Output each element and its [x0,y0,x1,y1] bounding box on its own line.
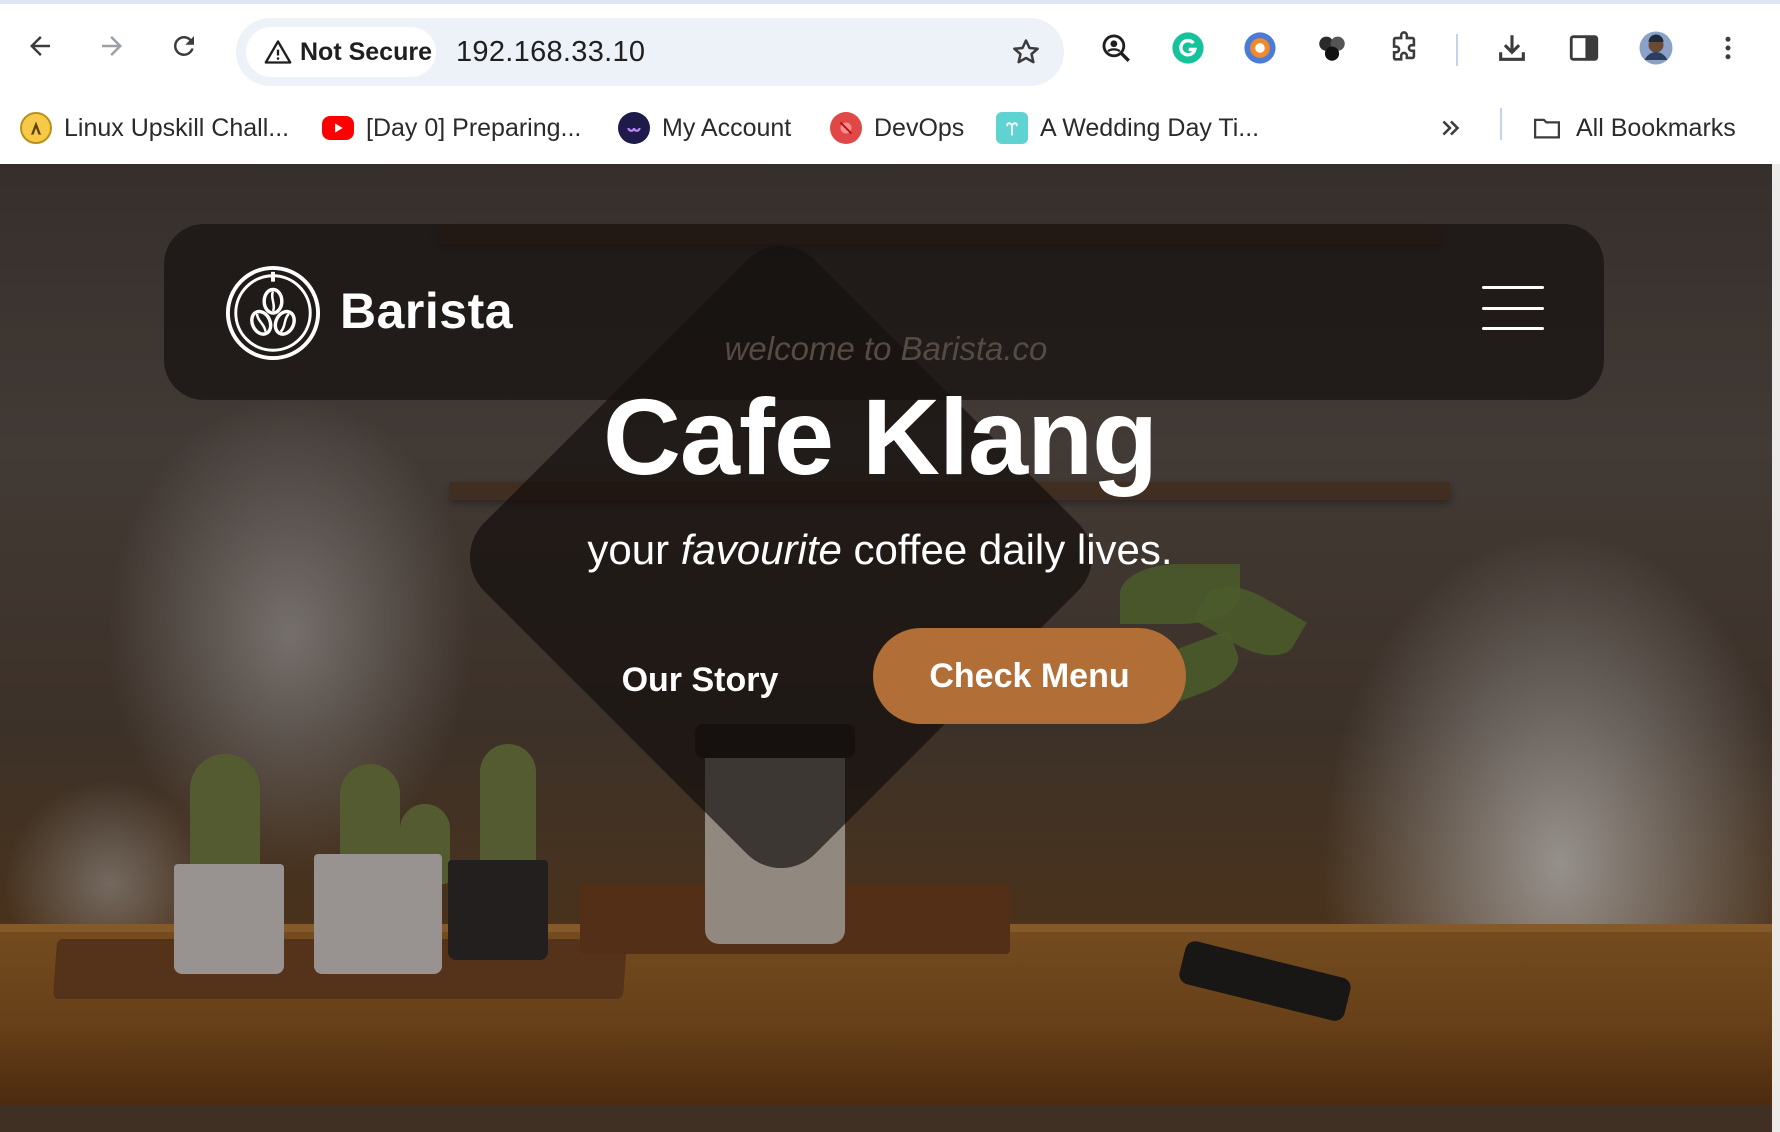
all-bookmarks-label: All Bookmarks [1576,113,1736,142]
url-text[interactable]: 192.168.33.10 [456,36,645,69]
extensions-button[interactable] [1382,26,1426,70]
chevron-double-right-icon [1442,120,1460,136]
hamburger-menu-button[interactable] [1482,286,1544,330]
puzzle-icon [1392,31,1416,61]
check-menu-button[interactable]: Check Menu [873,628,1186,724]
page-scrollbar[interactable] [1772,164,1780,1132]
more-vertical-icon [1725,36,1731,60]
hamburger-line [1482,286,1544,289]
bookmark-my-account[interactable]: My Account [618,106,791,150]
side-panel-icon [1569,35,1599,61]
profile-avatar [1639,31,1673,65]
next-section-edge [0,1105,1772,1132]
bookmark-day0-preparing[interactable]: [Day 0] Preparing... [322,106,581,150]
back-arrow-icon [30,36,50,56]
browser-menu-button[interactable] [1706,26,1750,70]
extension-circles-button[interactable] [1310,26,1354,70]
our-story-button[interactable]: Our Story [600,650,800,710]
account-favicon [618,112,650,144]
youtube-favicon [322,116,354,140]
extension-circles-icon [1319,36,1345,61]
lens-search-button[interactable] [1094,26,1138,70]
bookmark-label: DevOps [874,113,965,142]
grammarly-button[interactable] [1166,26,1210,70]
hero-section: Barista welcome to Barista.co Cafe Klang… [0,164,1772,1105]
bookmark-label: My Account [662,113,792,142]
security-label: Not Secure [300,37,432,66]
reload-button[interactable] [160,22,208,70]
side-panel-button[interactable] [1562,26,1606,70]
star-icon [1013,39,1039,64]
security-chip[interactable]: Not Secure [246,27,436,77]
grammarly-icon [1172,32,1204,64]
address-bar[interactable]: Not Secure 192.168.33.10 [236,18,1064,86]
subtitle-part: your [587,526,681,573]
subtitle-emphasis: favourite [680,526,842,573]
bookmark-label: [Day 0] Preparing... [366,113,582,142]
extension-orange-button[interactable] [1238,26,1282,70]
wedding-favicon [996,112,1028,144]
bookmarks-bar: Linux Upskill Chall... [Day 0] Preparing… [0,96,1780,164]
profile-button[interactable] [1634,26,1678,70]
reload-icon [173,35,194,56]
bookmark-label: A Wedding Day Ti... [1040,113,1260,142]
lens-search-icon [1102,34,1130,62]
hero-subtitle: your favourite coffee daily lives. [0,526,1760,574]
back-button[interactable] [16,22,64,70]
download-icon [1499,35,1525,61]
browser-toolbar: Not Secure 192.168.33.10 [0,0,1780,96]
extension-orange-icon [1244,32,1276,64]
welcome-text: welcome to Barista.co [724,330,1048,367]
bookmark-wedding-day[interactable]: A Wedding Day Ti... [996,106,1259,150]
forward-button[interactable] [88,22,136,70]
linux-favicon [20,112,52,144]
bookmarks-overflow-button[interactable] [1438,106,1464,150]
downloads-button[interactable] [1490,26,1534,70]
bookmark-label: Linux Upskill Chall... [64,113,290,142]
hero-title: Cafe Klang [602,376,1158,497]
page-viewport: Barista welcome to Barista.co Cafe Klang… [0,164,1772,1132]
forward-arrow-icon [102,36,122,56]
toolbar-divider [1456,34,1458,66]
subtitle-part: coffee daily lives. [841,526,1173,573]
bookmark-star-button[interactable] [1006,32,1046,72]
bookmark-devops[interactable]: DevOps [830,106,964,150]
bookmark-linux-upskill[interactable]: Linux Upskill Chall... [20,106,289,150]
folder-icon [1534,118,1560,139]
devops-favicon [830,112,862,144]
all-bookmarks-button[interactable]: All Bookmarks [1530,106,1736,150]
hamburger-line [1482,306,1544,310]
warning-icon [264,40,292,64]
bookmarks-divider [1500,108,1502,140]
